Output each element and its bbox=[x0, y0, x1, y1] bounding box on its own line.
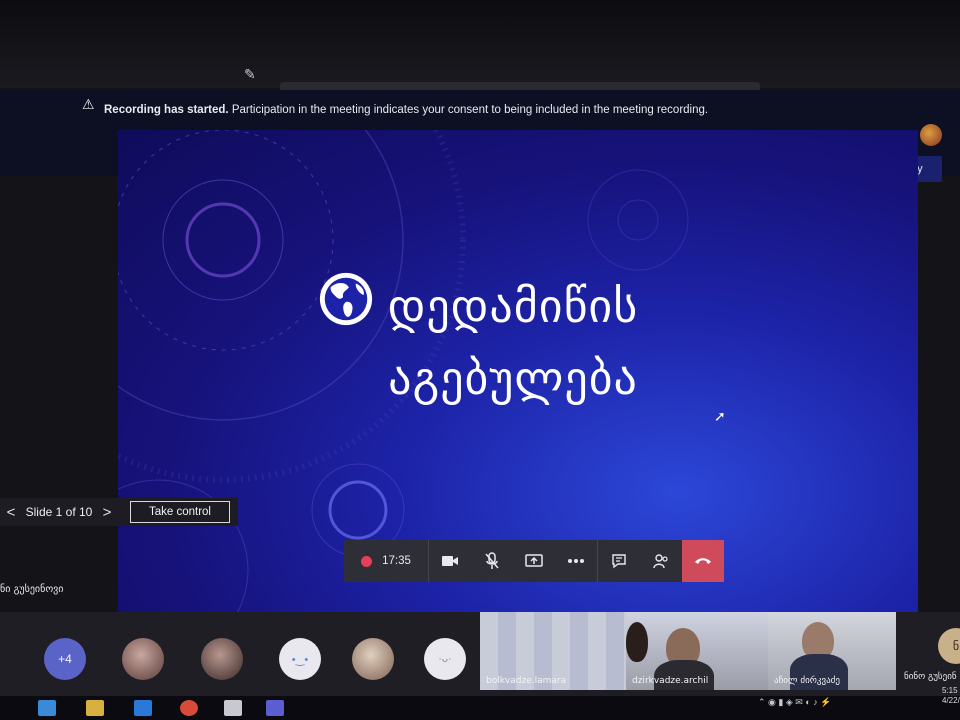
participant-initials: ნ bbox=[938, 628, 960, 664]
globe-icon bbox=[319, 272, 373, 326]
hang-up-icon bbox=[695, 558, 711, 564]
participants-button[interactable] bbox=[640, 540, 682, 582]
camera-button[interactable] bbox=[428, 540, 471, 582]
next-slide-button[interactable]: > bbox=[96, 504, 118, 521]
deco-ring-mid bbox=[162, 179, 284, 301]
participant-name: აჩილ ძირკვაძე bbox=[774, 676, 840, 686]
participant-avatar[interactable]: ·ᴗ· bbox=[424, 638, 466, 680]
file-explorer-icon[interactable] bbox=[86, 700, 104, 716]
participant-name: bolkvadze.lamara bbox=[486, 676, 567, 686]
participant-video-tile[interactable]: dzirkvadze.archil bbox=[626, 612, 768, 690]
chat-button[interactable] bbox=[597, 540, 640, 582]
recording-dot-icon bbox=[361, 555, 373, 567]
participant-tile-initials[interactable]: ნ ნინო გუსეინ bbox=[898, 612, 960, 690]
clock-date: 4/22/ bbox=[942, 696, 960, 705]
slide-title-line2: აგებულება bbox=[388, 351, 638, 405]
user-avatar[interactable] bbox=[920, 124, 942, 146]
more-actions-button[interactable] bbox=[555, 540, 597, 582]
chrome-icon[interactable] bbox=[180, 700, 198, 716]
deco-ring-dashed bbox=[118, 130, 334, 351]
more-participants-badge[interactable]: +4 bbox=[44, 638, 86, 680]
slide-title-line2-row: აგებულება bbox=[303, 272, 723, 414]
participant-name: ნინო გუსეინ bbox=[904, 672, 957, 682]
warning-icon: ⚠ bbox=[82, 96, 95, 112]
taskbar-clock[interactable]: 5:15 4/22/ bbox=[942, 686, 960, 706]
slide-title: დედამიწის აგებულება bbox=[303, 270, 723, 414]
recording-timer: 17:35 bbox=[344, 540, 428, 582]
camera-icon bbox=[442, 556, 458, 566]
edge-icon[interactable] bbox=[134, 700, 152, 716]
slide-counter: Slide 1 of 10 bbox=[25, 505, 93, 519]
recording-message-text: Participation in the meeting indicates y… bbox=[228, 104, 709, 116]
call-duration: 17:35 bbox=[382, 555, 411, 567]
mic-off-icon bbox=[485, 552, 499, 569]
new-chat-icon[interactable]: ✎ bbox=[244, 66, 260, 82]
share-screen-icon bbox=[525, 554, 543, 567]
presenter-name: ნი გუსეინოვი bbox=[0, 584, 64, 595]
participant-avatar[interactable]: •‿• bbox=[279, 638, 321, 680]
participant-video-tile[interactable]: bolkvadze.lamara bbox=[480, 612, 626, 690]
mouse-cursor-icon: ➚ bbox=[714, 408, 726, 424]
windows-start-icon[interactable] bbox=[38, 700, 56, 716]
recording-message: Recording has started. Participation in … bbox=[104, 104, 708, 116]
teams-icon[interactable] bbox=[266, 700, 284, 716]
clock-time: 5:15 bbox=[942, 686, 958, 695]
share-button[interactable] bbox=[513, 540, 555, 582]
slide-navigation: < Slide 1 of 10 > Take control bbox=[0, 498, 238, 526]
mute-button[interactable] bbox=[471, 540, 513, 582]
title-bar bbox=[0, 0, 960, 88]
deco-ring-bottom bbox=[328, 480, 388, 540]
participant-video-tile[interactable]: აჩილ ძირკვაძე bbox=[768, 612, 896, 690]
participant-avatar[interactable] bbox=[122, 638, 164, 680]
recording-message-bold: Recording has started. bbox=[104, 104, 229, 116]
call-controls: 17:35 bbox=[344, 540, 724, 582]
chat-icon bbox=[612, 554, 626, 569]
participant-avatar[interactable] bbox=[201, 638, 243, 680]
more-icon bbox=[568, 559, 584, 563]
participant-avatar[interactable] bbox=[352, 638, 394, 680]
deco-ring-top-right-inner bbox=[617, 199, 659, 241]
hang-up-button[interactable] bbox=[682, 540, 724, 582]
people-icon bbox=[653, 554, 668, 569]
settings-icon[interactable] bbox=[224, 700, 242, 716]
participant-name: dzirkvadze.archil bbox=[632, 676, 709, 686]
take-control-button[interactable]: Take control bbox=[130, 501, 230, 523]
system-tray: ⌃ ◉ ▮ ◈ ✉ ◐ ♪ ⚡ bbox=[758, 697, 832, 707]
deco-ring-top-right bbox=[587, 169, 689, 271]
participant-silhouette bbox=[626, 622, 648, 662]
previous-slide-button[interactable]: < bbox=[0, 504, 22, 521]
deco-ring-small bbox=[185, 202, 261, 278]
